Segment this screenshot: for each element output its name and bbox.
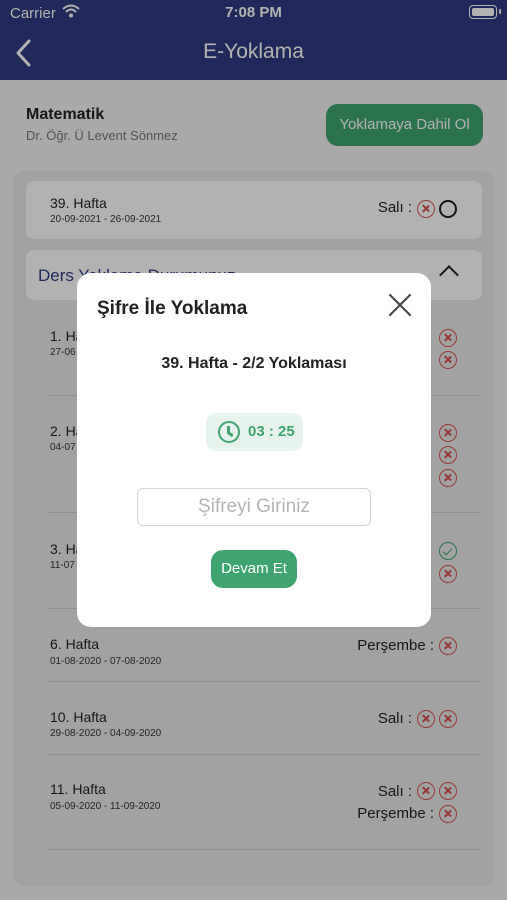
password-input[interactable] bbox=[137, 488, 371, 526]
close-icon[interactable] bbox=[387, 292, 413, 318]
timer-value: 03 : 25 bbox=[248, 423, 295, 440]
password-attendance-modal: Şifre İle Yoklama 39. Hafta - 2/2 Yoklam… bbox=[77, 273, 431, 627]
modal-subtitle: 39. Hafta - 2/2 Yoklaması bbox=[161, 355, 347, 372]
modal-title: Şifre İle Yoklama bbox=[97, 298, 248, 319]
continue-button[interactable]: Devam Et bbox=[211, 550, 297, 588]
countdown-timer: 03 : 25 bbox=[206, 413, 303, 451]
clock-icon bbox=[218, 421, 240, 443]
